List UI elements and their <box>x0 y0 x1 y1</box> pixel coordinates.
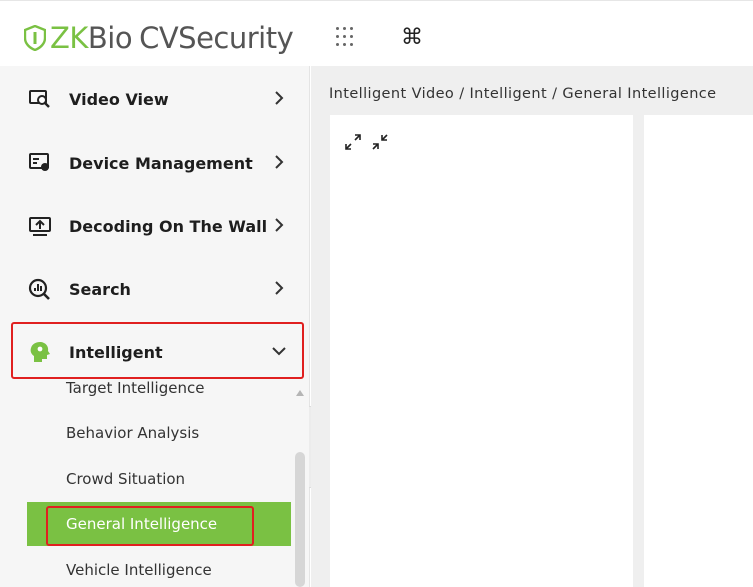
sidebar-item-search[interactable]: Search <box>12 261 302 317</box>
chevron-right-icon <box>272 216 286 234</box>
submenu-scrollbar[interactable] <box>293 390 307 587</box>
submenu-item-label: Vehicle Intelligence <box>66 561 212 579</box>
chevron-right-icon <box>272 89 286 107</box>
sidebar-item-video-view[interactable]: Video View <box>12 71 302 127</box>
intelligent-submenu: Target Intelligence Behavior Analysis Cr… <box>0 380 310 587</box>
main-content: Intelligent Video / Intelligent / Genera… <box>311 66 753 587</box>
breadcrumb: Intelligent Video / Intelligent / Genera… <box>329 86 717 102</box>
submenu-item-crowd-situation[interactable]: Crowd Situation <box>27 457 291 501</box>
submenu-item-label: Target Intelligence <box>66 380 205 397</box>
sidebar-item-label: Intelligent <box>69 342 163 362</box>
intelligent-head-icon <box>26 340 54 364</box>
monitor-upload-icon <box>26 214 54 238</box>
search-chart-icon <box>26 277 54 301</box>
submenu-item-label: General Intelligence <box>66 515 218 533</box>
sidebar-item-decoding-on-the-wall[interactable]: Decoding On The Wall <box>12 198 302 254</box>
video-search-icon <box>26 87 54 111</box>
submenu-item-target-intelligence[interactable]: Target Intelligence <box>27 380 291 410</box>
top-header: ZKBio CVSecurity ⌘ <box>0 0 753 66</box>
logo-text: ZKBio CVSecurity <box>50 21 294 55</box>
logo[interactable]: ZKBio CVSecurity <box>24 21 294 55</box>
submenu-item-label: Crowd Situation <box>66 470 186 488</box>
sidebar-item-label: Video View <box>69 89 169 109</box>
device-icon <box>26 151 54 175</box>
logo-bio: Bio <box>87 21 133 55</box>
sidebar-item-intelligent[interactable]: Intelligent <box>12 324 302 380</box>
chevron-right-icon <box>272 279 286 297</box>
expand-icon[interactable] <box>343 132 363 152</box>
shield-logo-icon <box>24 25 46 51</box>
sidebar-item-device-management[interactable]: Device Management <box>12 135 302 191</box>
command-icon[interactable]: ⌘ <box>401 25 423 50</box>
chevron-down-icon <box>272 342 286 360</box>
right-panel <box>644 115 753 587</box>
logo-product: CVSecurity <box>139 21 294 55</box>
sidebar-item-label: Search <box>69 279 131 299</box>
scroll-thumb[interactable] <box>295 452 305 587</box>
logo-brand: ZK <box>50 21 88 55</box>
scroll-up-arrow-icon[interactable] <box>296 390 304 396</box>
submenu-item-label: Behavior Analysis <box>66 424 200 442</box>
chevron-right-icon <box>272 153 286 171</box>
apps-grid-icon[interactable] <box>336 27 356 47</box>
sidebar-item-label: Decoding On The Wall <box>69 216 268 236</box>
submenu-item-behavior-analysis[interactable]: Behavior Analysis <box>27 411 291 455</box>
shrink-icon[interactable] <box>370 132 390 152</box>
left-panel <box>330 115 633 587</box>
sidebar-item-label: Device Management <box>69 153 253 173</box>
submenu-item-vehicle-intelligence[interactable]: Vehicle Intelligence <box>27 548 291 587</box>
submenu-item-general-intelligence[interactable]: General Intelligence <box>27 502 291 546</box>
